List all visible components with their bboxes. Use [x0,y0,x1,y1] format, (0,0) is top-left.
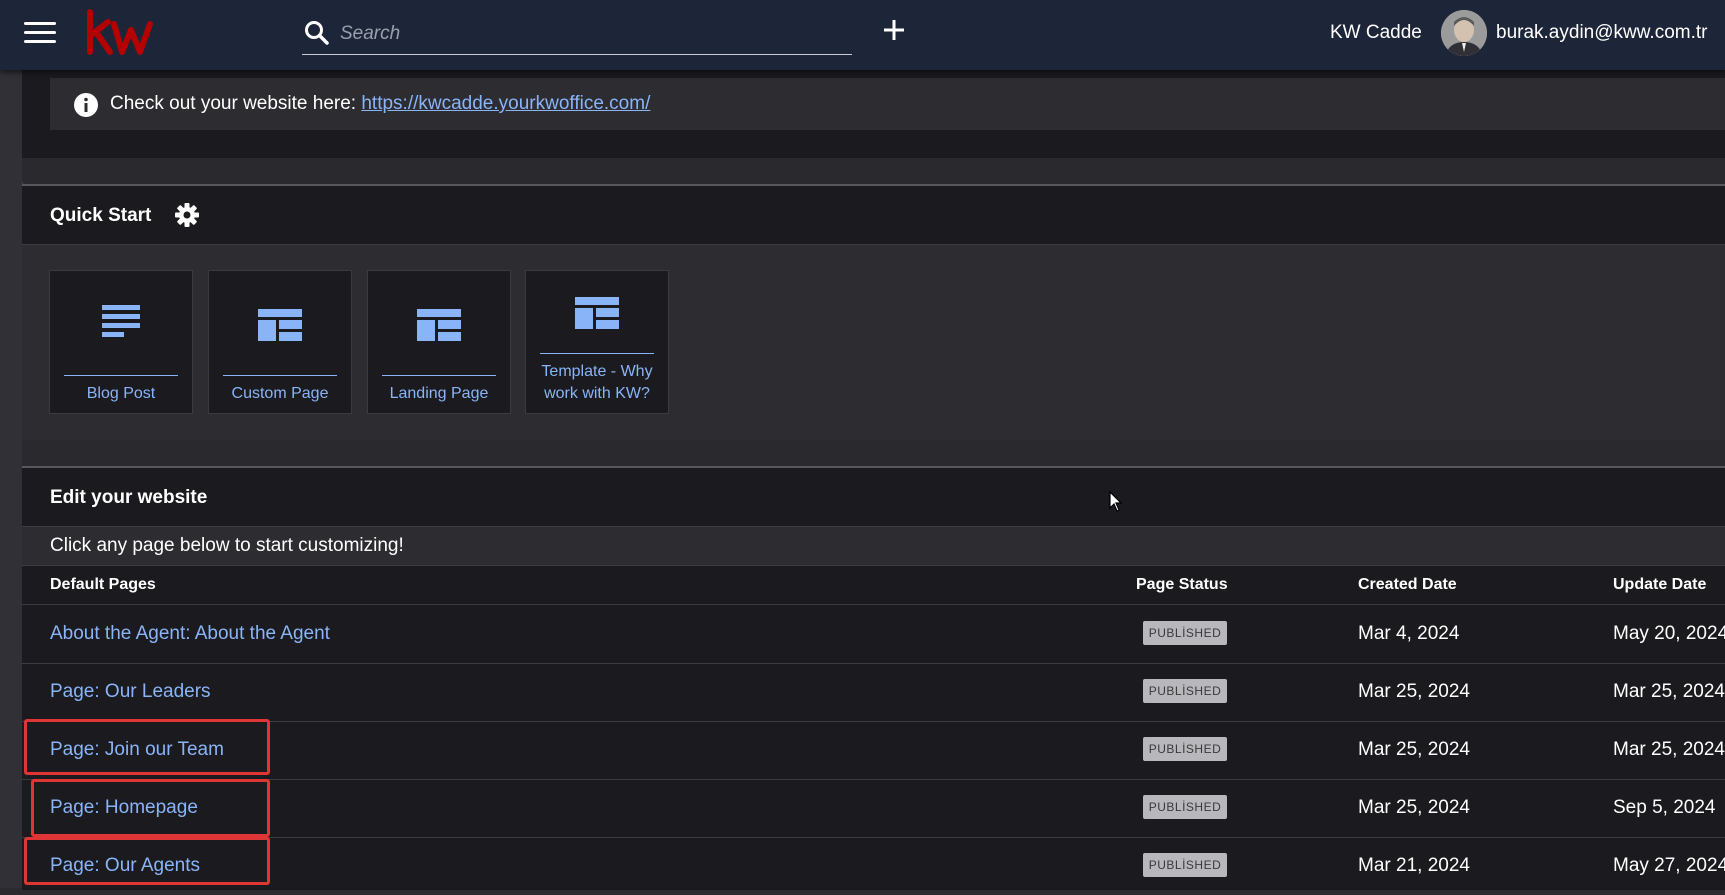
status-badge: PUBLİSHED [1143,737,1227,761]
info-icon [74,93,98,117]
tile-label: Landing Page [389,385,489,402]
tile-label: Custom Page [231,385,329,402]
mouse-cursor-icon [1109,491,1123,512]
quick-start-header: Quick Start [22,186,1725,245]
quick-start-custom-page[interactable]: Custom Page [208,270,352,414]
column-created-date[interactable]: Created Date [1358,576,1457,594]
column-default-pages[interactable]: Default Pages [50,576,156,594]
created-date: Mar 25, 2024 [1358,739,1470,760]
kw-logo[interactable] [84,8,156,58]
edit-website-panel: Edit your website Click any page below t… [22,466,1725,890]
status-badge: PUBLİSHED [1143,853,1227,877]
template-icon [575,297,619,329]
page-link[interactable]: About the Agent: About the Agent [50,623,330,645]
edit-website-subtitle-bar: Click any page below to start customizin… [22,527,1725,566]
table-row[interactable]: Page: Homepage PUBLİSHED Mar 25, 2024 Se… [22,779,1725,838]
page-link[interactable]: Page: Homepage [50,797,198,819]
left-rail [0,70,23,888]
avatar[interactable] [1441,10,1487,56]
hamburger-menu-icon[interactable] [24,20,56,46]
website-info-text: Check out your website here: https://kwc… [110,93,650,115]
quick-start-blog-post[interactable]: Blog Post [49,270,193,414]
gear-icon[interactable] [174,202,200,228]
office-name[interactable]: KW Cadde [1330,22,1422,44]
quick-start-template-why-kw[interactable]: Template - Why work with KW? [525,270,669,414]
page-link[interactable]: Page: Our Leaders [50,681,211,703]
pages-table-header: Default Pages Page Status Created Date U… [22,566,1725,605]
status-badge: PUBLİSHED [1143,621,1227,645]
search-input[interactable] [338,20,842,48]
user-email[interactable]: burak.aydin@kww.com.tr [1496,22,1707,44]
search-icon [305,21,329,45]
table-row[interactable]: Page: Join our Team PUBLİSHED Mar 25, 20… [22,721,1725,780]
page-link[interactable]: Page: Join our Team [50,739,224,761]
update-date: May 20, 2024 [1613,623,1725,644]
plus-icon[interactable] [880,16,908,44]
blog-post-icon [102,305,140,337]
section-divider [22,440,1725,466]
custom-page-icon [258,309,302,341]
quick-start-title: Quick Start [50,205,152,226]
quick-start-landing-page[interactable]: Landing Page [367,270,511,414]
table-row[interactable]: Page: Our Agents PUBLİSHED Mar 21, 2024 … [22,837,1725,895]
update-date: Sep 5, 2024 [1613,797,1716,818]
update-date: May 27, 2024 [1613,855,1725,876]
created-date: Mar 4, 2024 [1358,623,1460,644]
update-date: Mar 25, 2024 [1613,739,1725,760]
edit-website-title: Edit your website [50,487,208,508]
column-page-status[interactable]: Page Status [1136,576,1228,594]
table-row[interactable]: About the Agent: About the Agent PUBLİSH… [22,605,1725,664]
website-info-bar: Check out your website here: https://kwc… [50,78,1725,130]
search-box[interactable] [302,14,852,55]
edit-website-subtitle: Click any page below to start customizin… [50,535,404,556]
quick-start-panel: Quick Start Blog Post Custom Page Landin… [22,184,1725,442]
section-divider [22,158,1725,182]
column-update-date[interactable]: Update Date [1613,576,1706,594]
info-label: Check out your website here: [110,93,362,114]
top-bar: KW Cadde burak.aydin@kww.com.tr [0,0,1725,70]
status-badge: PUBLİSHED [1143,795,1227,819]
edit-website-header: Edit your website [22,468,1725,527]
website-info-panel: Check out your website here: https://kwc… [22,70,1725,158]
landing-page-icon [417,309,461,341]
status-badge: PUBLİSHED [1143,679,1227,703]
page-link[interactable]: Page: Our Agents [50,855,200,877]
created-date: Mar 21, 2024 [1358,855,1470,876]
tile-label: Template - Why work with KW? [541,363,653,402]
created-date: Mar 25, 2024 [1358,681,1470,702]
update-date: Mar 25, 2024 [1613,681,1725,702]
created-date: Mar 25, 2024 [1358,797,1470,818]
table-row[interactable]: Page: Our Leaders PUBLİSHED Mar 25, 2024… [22,663,1725,722]
website-link[interactable]: https://kwcadde.yourkwoffice.com/ [361,93,650,114]
tile-label: Blog Post [86,385,156,402]
